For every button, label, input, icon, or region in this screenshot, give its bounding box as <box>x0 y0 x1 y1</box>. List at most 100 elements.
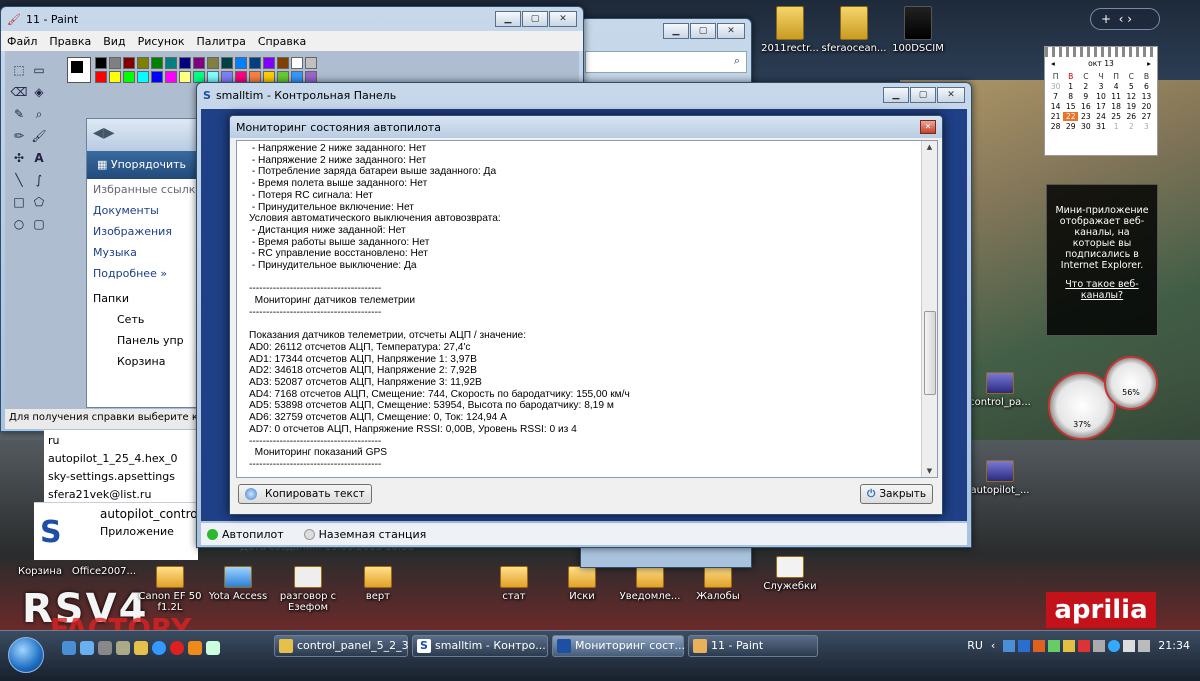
calendar-day[interactable]: 6 <box>1139 82 1154 91</box>
picker-icon[interactable]: ✎ <box>10 105 28 123</box>
palette-swatch[interactable] <box>263 57 275 69</box>
taskbar-button-control-panel[interactable]: control_panel_5_2_3 <box>274 635 409 657</box>
menu-palette[interactable]: Палитра <box>196 35 245 48</box>
calendar-day[interactable]: 10 <box>1093 92 1108 101</box>
calendar-day[interactable]: 4 <box>1109 82 1124 91</box>
desktop-icon-folder-3[interactable]: 100DSCIM <box>880 6 956 54</box>
calendar-day[interactable]: 18 <box>1109 102 1124 111</box>
palette-swatch[interactable] <box>207 57 219 69</box>
folder-network[interactable]: Сеть <box>87 309 205 330</box>
quicklaunch-desktop-icon[interactable] <box>62 641 76 655</box>
language-indicator[interactable]: RU <box>967 639 983 652</box>
minimize-button[interactable]: ▁ <box>663 23 689 39</box>
palette-swatch[interactable] <box>179 57 191 69</box>
calendar-day[interactable]: 20 <box>1139 102 1154 111</box>
log-scrollbar[interactable]: ▲ ▼ <box>921 141 937 477</box>
calendar-day[interactable]: 30 <box>1078 122 1093 131</box>
ellipse-icon[interactable]: ○ <box>10 215 28 233</box>
calendar-gadget[interactable]: ◂ окт 13 ▸ П В С Ч П С В 30 1 2 3 4 5 6 7 8 9 10 11 12 13 14 1… <box>1044 46 1158 156</box>
palette-swatch[interactable] <box>305 57 317 69</box>
palette-swatch[interactable] <box>137 57 149 69</box>
calendar-day[interactable]: 3 <box>1139 122 1154 131</box>
color-indicator[interactable] <box>67 57 91 83</box>
quicklaunch-explorer-icon[interactable] <box>98 641 112 655</box>
desktop-icon-notices[interactable]: Уведомле... <box>612 566 688 602</box>
calendar-day[interactable]: 24 <box>1093 112 1108 121</box>
calendar-day[interactable]: 25 <box>1109 112 1124 121</box>
dialog-close-icon[interactable]: ✕ <box>920 120 936 134</box>
file-item[interactable]: ru <box>48 432 200 450</box>
prev-month-icon[interactable]: ◂ <box>1051 59 1055 68</box>
palette-swatch[interactable] <box>95 71 107 83</box>
menu-edit[interactable]: Правка <box>49 35 91 48</box>
calendar-day[interactable]: 19 <box>1124 102 1139 111</box>
file-item[interactable]: sky-settings.apsettings <box>48 468 200 486</box>
palette-swatch[interactable] <box>95 57 107 69</box>
palette-swatch[interactable] <box>165 57 177 69</box>
pencil-icon[interactable]: ✏ <box>10 127 28 145</box>
calendar-day[interactable]: 11 <box>1109 92 1124 101</box>
calendar-day[interactable]: 27 <box>1139 112 1154 121</box>
status-autopilot[interactable]: Автопилот <box>207 528 284 541</box>
scroll-thumb[interactable] <box>924 311 936 395</box>
calendar-day[interactable]: 23 <box>1078 112 1093 121</box>
back-forward-icon[interactable]: ◀▶ <box>93 125 115 141</box>
calendar-day[interactable]: 12 <box>1124 92 1139 101</box>
taskbar-button-monitoring[interactable]: Мониторинг сост... <box>552 635 685 657</box>
tray-battery-icon[interactable] <box>1123 639 1136 652</box>
nav-more[interactable]: Подробнее » <box>87 263 205 284</box>
free-select-icon[interactable]: ⬚ <box>10 61 28 79</box>
palette-swatch[interactable] <box>165 71 177 83</box>
eraser-icon[interactable]: ⌫ <box>10 83 28 101</box>
calendar-day[interactable]: 9 <box>1078 92 1093 101</box>
folder-recycle-bin[interactable]: Корзина <box>87 351 205 372</box>
desktop-icon-iski[interactable]: Иски <box>544 566 620 602</box>
palette-swatch[interactable] <box>193 57 205 69</box>
palette-swatch[interactable] <box>277 57 289 69</box>
palette-swatch[interactable] <box>249 57 261 69</box>
menu-image[interactable]: Рисунок <box>138 35 185 48</box>
desktop-icon-stat[interactable]: стат <box>476 566 552 602</box>
rounded-rect-icon[interactable]: ▢ <box>30 215 48 233</box>
maximize-button[interactable]: ▢ <box>690 23 716 39</box>
tray-app-icon[interactable] <box>1063 639 1076 652</box>
calendar-day[interactable]: 8 <box>1063 92 1078 101</box>
quicklaunch-ie-icon[interactable] <box>80 641 94 655</box>
tray-expand-icon[interactable]: ‹ <box>991 639 995 652</box>
quicklaunch-odnoklassniki-icon[interactable] <box>188 641 202 655</box>
scroll-up-icon[interactable]: ▲ <box>922 143 937 151</box>
brush-icon[interactable]: 🖌 <box>30 127 48 145</box>
desktop-icon-office[interactable]: Office2007... <box>66 566 142 577</box>
calendar-day[interactable]: 2 <box>1124 122 1139 131</box>
calendar-day[interactable]: 5 <box>1124 82 1139 91</box>
tray-app-icon[interactable] <box>1033 639 1046 652</box>
tray-app-icon[interactable] <box>1108 639 1121 652</box>
palette-swatch[interactable] <box>151 71 163 83</box>
taskbar-button-smalltim[interactable]: Ssmalltim - Контро... <box>412 635 548 657</box>
menu-help[interactable]: Справка <box>258 35 306 48</box>
palette-swatch[interactable] <box>109 57 121 69</box>
scroll-down-icon[interactable]: ▼ <box>922 467 937 475</box>
desktop-icon-canon[interactable]: Canon EF 50 f1.2L <box>132 566 208 613</box>
palette-swatch[interactable] <box>179 71 191 83</box>
close-dialog-button[interactable]: ⏻ Закрыть <box>860 484 934 504</box>
text-icon[interactable]: A <box>30 149 48 167</box>
calendar-day[interactable]: 16 <box>1078 102 1093 111</box>
palette-swatch[interactable] <box>123 57 135 69</box>
folder-control-panel[interactable]: Панель упр <box>87 330 205 351</box>
desktop-icon-talk[interactable]: разговор с Езефом <box>270 566 346 613</box>
desktop-icon-yota[interactable]: Yota Access <box>200 566 276 602</box>
calendar-day[interactable]: 1 <box>1109 122 1124 131</box>
palette-swatch[interactable] <box>221 57 233 69</box>
close-button[interactable]: ✕ <box>937 87 965 103</box>
tray-network-icon[interactable] <box>1003 639 1016 652</box>
minimize-button[interactable]: ▁ <box>495 11 521 27</box>
smalltim-titlebar[interactable]: S smalltim - Контрольная Панель <box>197 83 971 107</box>
quicklaunch-opera-icon[interactable] <box>170 641 184 655</box>
taskbar-button-paint[interactable]: 11 - Paint <box>688 635 818 657</box>
calendar-day[interactable]: 15 <box>1063 102 1078 111</box>
palette-swatch[interactable] <box>137 71 149 83</box>
nav-documents[interactable]: Документы <box>87 200 205 221</box>
desktop-icon-control-panel[interactable]: control_pa... <box>962 372 1038 408</box>
monitoring-dialog[interactable]: Мониторинг состояния автопилота ✕ - Напр… <box>229 115 943 515</box>
